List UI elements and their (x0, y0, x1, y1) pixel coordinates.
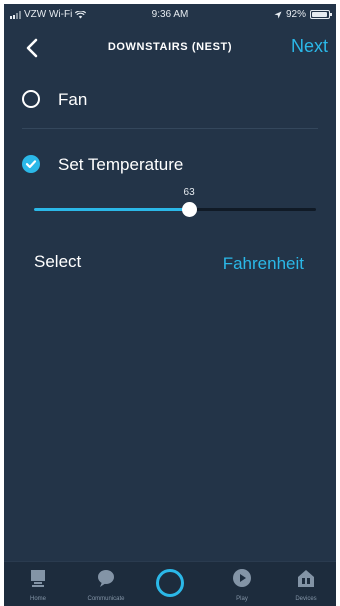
checkmark-icon (25, 160, 37, 169)
tab-communicate-label: Communicate (87, 596, 125, 602)
battery-percent: 92% (285, 9, 306, 20)
temperature-slider[interactable] (34, 198, 316, 222)
page-title: DOWNSTAIRS (NEST) (107, 41, 233, 53)
divider (22, 128, 318, 129)
tab-home-label: Home (29, 596, 46, 602)
set-temperature-label: Set Temperature (58, 155, 184, 174)
status-bar: VZW Wi-Fi 9:36 AM 92% (4, 4, 336, 24)
battery-fill (312, 12, 327, 17)
tab-play[interactable]: Play (214, 562, 270, 606)
devices-icon (298, 570, 314, 587)
tab-communicate[interactable]: Communicate (78, 562, 134, 606)
location-arrow-icon (274, 11, 282, 18)
fahrenheit-unit-link[interactable]: Fahrenheit (223, 254, 304, 274)
slider-fill (34, 208, 190, 211)
chat-bubble-icon (98, 570, 114, 587)
tab-home[interactable]: Home (10, 562, 66, 606)
slider-value: 63 (183, 187, 195, 198)
slider-thumb[interactable] (182, 202, 198, 217)
fan-option[interactable]: Fan (4, 80, 336, 120)
tab-devices[interactable]: Devices (278, 562, 334, 606)
status-right: 92% (274, 9, 332, 20)
select-label: Select (34, 252, 82, 271)
home-icon (31, 570, 45, 587)
fan-label: Fan (58, 90, 88, 109)
set-temperature-option[interactable]: Set Temperature (4, 145, 336, 185)
play-icon (233, 569, 251, 587)
alexa-ring-icon[interactable] (156, 569, 184, 597)
set-temperature-radio[interactable] (22, 155, 40, 173)
app-screen: VZW Wi-Fi 9:36 AM 92% DOWNSTAIRS (NEST) … (4, 4, 336, 606)
fan-radio[interactable] (22, 90, 40, 108)
header: DOWNSTAIRS (NEST) Next (4, 26, 336, 70)
tab-devices-label: Devices (295, 596, 317, 602)
tab-play-label: Play (236, 596, 248, 602)
battery-icon (310, 10, 332, 19)
tab-bar: Home Communicate Play Devices (4, 561, 336, 606)
next-button[interactable]: Next (291, 36, 328, 57)
